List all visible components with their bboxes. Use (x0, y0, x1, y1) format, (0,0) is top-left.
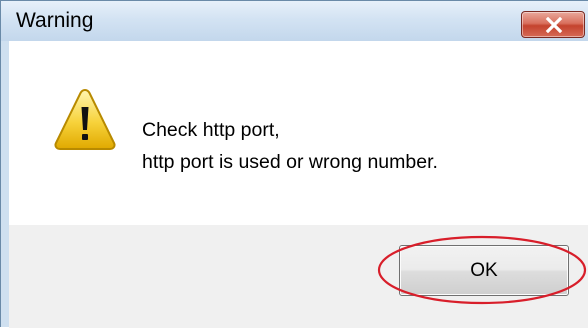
close-button[interactable] (521, 11, 585, 38)
ok-button[interactable]: OK (399, 245, 569, 296)
message-line-1: Check http port, (142, 119, 280, 141)
close-icon (545, 17, 563, 33)
title-bar[interactable]: Warning (1, 1, 588, 41)
warning-icon (54, 88, 116, 150)
message-text: Check http port, http port is used or wr… (142, 114, 438, 178)
warning-dialog: Warning Check http port, http port is us… (0, 0, 588, 328)
message-line-2: http port is used or wrong number. (142, 151, 438, 173)
window-title: Warning (16, 9, 94, 32)
